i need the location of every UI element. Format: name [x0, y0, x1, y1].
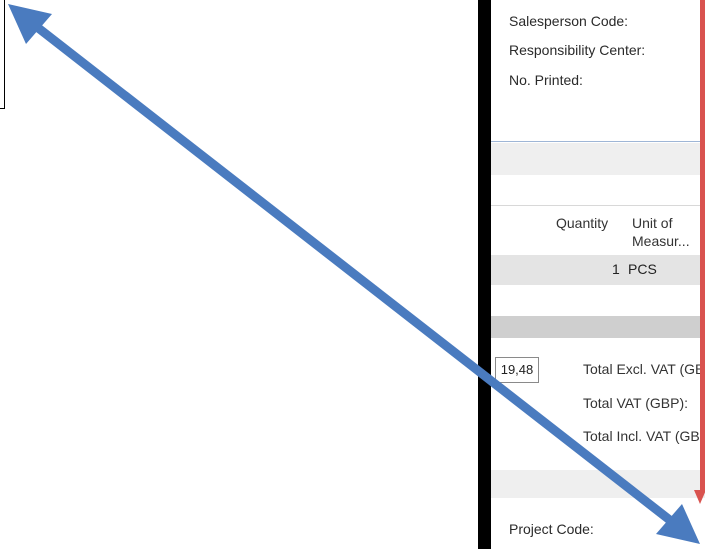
document-panel: Salesperson Code: Responsibility Center:… [491, 0, 705, 549]
total-incl-vat-label: Total Incl. VAT (GB [583, 428, 700, 444]
header-separator [491, 141, 701, 142]
column-header-uom-line1: Unit of [632, 215, 673, 231]
no-printed-label: No. Printed: [509, 72, 583, 88]
project-code-label: Project Code: [509, 521, 594, 537]
highlight-tip [694, 490, 705, 504]
total-vat-label: Total VAT (GBP): [583, 395, 689, 411]
column-header-uom[interactable]: Unit of Measur... [632, 214, 690, 250]
footer-section-band [491, 470, 705, 498]
row-unit[interactable]: PCS [628, 261, 657, 277]
row-quantity[interactable]: 1 [612, 261, 620, 277]
lines-header-divider [491, 205, 705, 206]
window-divider [478, 0, 491, 549]
arrow-head-top-left [8, 4, 52, 44]
amount-field[interactable]: 19,48 [495, 357, 539, 383]
highlight-edge [700, 0, 705, 490]
lines-footer-band [491, 316, 705, 338]
salesperson-code-label: Salesperson Code: [509, 13, 629, 29]
column-header-uom-line2: Measur... [632, 233, 690, 249]
lines-section-band [491, 143, 705, 175]
column-header-quantity[interactable]: Quantity [556, 214, 608, 232]
table-row[interactable]: 1 PCS [491, 255, 705, 285]
total-excl-vat-label: Total Excl. VAT (GB [583, 361, 705, 377]
responsibility-center-label: Responsibility Center: [509, 42, 646, 58]
left-frame-corner [0, 0, 5, 109]
